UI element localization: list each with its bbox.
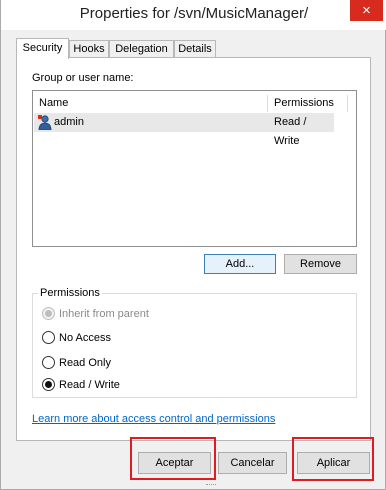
apply-highlight-box bbox=[292, 437, 374, 481]
permissions-group-title: Permissions bbox=[38, 287, 102, 299]
resize-grip[interactable] bbox=[206, 484, 216, 489]
user-icon bbox=[38, 115, 52, 130]
tab-details[interactable]: Details bbox=[174, 40, 216, 57]
title-bar: Properties for /svn/MusicManager/ × bbox=[1, 0, 386, 30]
permissions-group: Permissions Inherit from parent No Acces… bbox=[32, 287, 357, 398]
list-item[interactable]: admin Read / Write bbox=[34, 113, 334, 147]
user-permission: Read / Write bbox=[274, 116, 307, 147]
radio-button bbox=[42, 307, 55, 320]
radio-label[interactable]: Read / Write bbox=[59, 377, 120, 393]
tab-hooks[interactable]: Hooks bbox=[69, 40, 109, 57]
window-title: Properties for /svn/MusicManager/ bbox=[79, 5, 309, 22]
radio-button[interactable] bbox=[42, 356, 55, 369]
close-button[interactable]: × bbox=[350, 0, 383, 21]
add-button[interactable]: Add... bbox=[204, 254, 276, 274]
close-icon: × bbox=[362, 2, 371, 19]
radio-button[interactable] bbox=[42, 331, 55, 344]
cancel-button[interactable]: Cancelar bbox=[218, 452, 287, 474]
properties-dialog: Properties for /svn/MusicManager/ × Secu… bbox=[0, 0, 386, 490]
help-link[interactable]: Learn more about access control and perm… bbox=[32, 413, 275, 425]
accept-highlight-box bbox=[130, 437, 216, 480]
radio-button[interactable] bbox=[42, 378, 55, 391]
radio-label[interactable]: No Access bbox=[59, 330, 111, 346]
tab-security[interactable]: Security bbox=[16, 38, 69, 59]
group-user-label: Group or user name: bbox=[32, 72, 134, 84]
radio-label[interactable]: Read Only bbox=[59, 355, 111, 371]
column-header-name[interactable]: Name bbox=[33, 95, 268, 112]
radio-label: Inherit from parent bbox=[59, 308, 149, 320]
column-header-permissions[interactable]: Permissions bbox=[268, 95, 348, 112]
user-list[interactable]: Name Permissions admin Read / Write bbox=[32, 90, 357, 247]
tab-delegation[interactable]: Delegation bbox=[109, 40, 174, 57]
security-panel: Group or user name: Name Permissions adm… bbox=[16, 57, 371, 441]
user-name: admin bbox=[54, 116, 84, 128]
remove-button[interactable]: Remove bbox=[284, 254, 357, 274]
